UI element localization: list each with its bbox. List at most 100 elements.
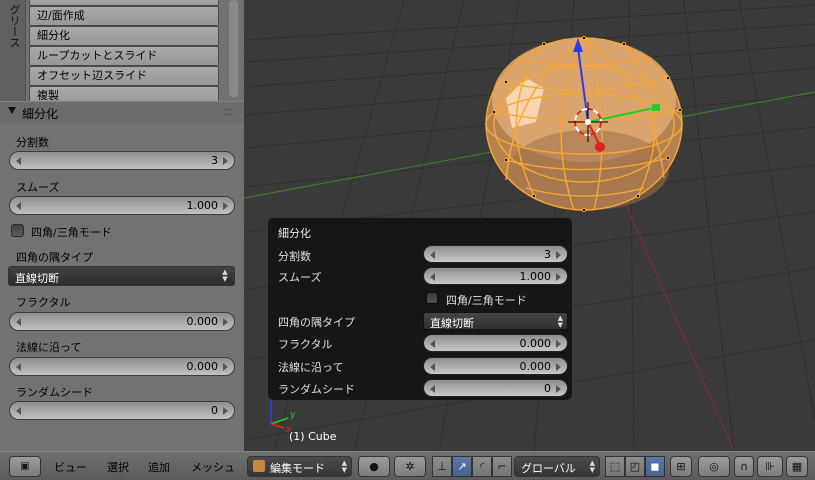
- redo-last-panel: 細分化 分割数 3 スムーズ 1.000 四角/三角モード 四角の隅タイプ 直線…: [268, 218, 572, 400]
- orientation-value: グローバル: [521, 462, 576, 475]
- translate-manipulator-button[interactable]: ↗: [452, 456, 472, 477]
- tab-label: グリース: [8, 4, 21, 48]
- menu-add[interactable]: 追加: [148, 459, 170, 475]
- menu-mesh[interactable]: メッシュ: [191, 459, 235, 475]
- up-down-arrows-icon: ▲ ▼: [557, 314, 563, 329]
- along-normal-value: 0.000: [186, 360, 219, 373]
- increment-arrow-icon[interactable]: [556, 363, 561, 371]
- cuts-value: 3: [211, 154, 218, 167]
- decrement-arrow-icon[interactable]: [430, 363, 435, 371]
- tool-shelf: グリース 辺/面作成 細分化 ループカットとスライド オフセット辺スライド 複製…: [0, 0, 244, 451]
- redo-corner-type-dropdown[interactable]: 直線切断 ▲ ▼: [423, 312, 568, 330]
- cuts-field[interactable]: 3: [9, 151, 235, 170]
- operator-button-loop-cut-slide[interactable]: ループカットとスライド: [29, 46, 219, 66]
- up-down-arrows-icon: ▲ ▼: [341, 459, 347, 474]
- quad-tri-checkbox[interactable]: [11, 224, 24, 237]
- decrement-arrow-icon[interactable]: [430, 273, 435, 281]
- proportional-editing-button[interactable]: ◎: [698, 456, 730, 477]
- menu-select[interactable]: 選択: [107, 459, 129, 475]
- corner-type-label: 四角の隅タイプ: [16, 251, 93, 264]
- camera-icon: ▦: [791, 460, 803, 473]
- decrement-arrow-icon[interactable]: [16, 407, 21, 415]
- redo-quad-tri-checkbox[interactable]: [426, 292, 438, 304]
- manipulator-toggle[interactable]: ⊥: [432, 456, 452, 477]
- active-object-label: (1) Cube: [289, 430, 337, 443]
- seed-label: ランダムシード: [16, 386, 93, 399]
- panel-header-subdivide[interactable]: 細分化: [0, 101, 244, 123]
- collapse-triangle-icon[interactable]: [8, 107, 16, 114]
- render-preview-button[interactable]: ▦: [786, 456, 808, 477]
- scale-manipulator-button[interactable]: ⌐: [492, 456, 512, 477]
- redo-along-normal-label: 法線に沿って: [278, 361, 344, 374]
- operator-button-make-edge-face[interactable]: 辺/面作成: [29, 6, 219, 26]
- transform-orientation-dropdown[interactable]: グローバル ▲ ▼: [514, 456, 600, 477]
- up-down-arrows-icon: ▲ ▼: [589, 459, 595, 474]
- snap-toggle-button[interactable]: ∩: [734, 456, 754, 477]
- rotate-icon: ◜: [479, 460, 485, 473]
- redo-cuts-field[interactable]: 3: [423, 245, 568, 263]
- along-normal-label: 法線に沿って: [16, 341, 82, 354]
- increment-arrow-icon[interactable]: [223, 202, 228, 210]
- decrement-arrow-icon[interactable]: [16, 318, 21, 326]
- occlude-geometry-icon: ⊞: [676, 460, 686, 473]
- redo-seed-value: 0: [544, 382, 551, 395]
- face-select-button[interactable]: ◼: [645, 456, 665, 477]
- increment-arrow-icon[interactable]: [556, 340, 561, 348]
- redo-corner-type-label: 四角の隅タイプ: [278, 316, 355, 329]
- up-down-arrows-icon: ▲ ▼: [222, 268, 228, 283]
- viewport-shading-button[interactable]: ●: [358, 456, 390, 477]
- redo-seed-field[interactable]: 0: [423, 379, 568, 397]
- axis-y-label: y: [290, 410, 296, 420]
- snap-increment-icon: ⊪: [765, 460, 775, 473]
- tab-grease-pencil[interactable]: グリース: [0, 0, 26, 101]
- operator-list: 辺/面作成 細分化 ループカットとスライド オフセット辺スライド 複製: [29, 0, 219, 106]
- operator-button-offset-edge-slide[interactable]: オフセット辺スライド: [29, 66, 219, 86]
- increment-arrow-icon[interactable]: [556, 385, 561, 393]
- smooth-label: スムーズ: [16, 181, 60, 194]
- redo-along-normal-field[interactable]: 0.000: [423, 357, 568, 375]
- decrement-arrow-icon[interactable]: [430, 385, 435, 393]
- operator-button-subdivide[interactable]: 細分化: [29, 26, 219, 46]
- limit-selection-button[interactable]: ⊞: [670, 456, 692, 477]
- seed-field[interactable]: 0: [9, 401, 235, 420]
- redo-cuts-label: 分割数: [278, 250, 311, 263]
- rotate-manipulator-button[interactable]: ◜: [472, 456, 492, 477]
- menu-view[interactable]: ビュー: [54, 459, 87, 475]
- vertex-select-icon: ⬚: [609, 460, 621, 473]
- edit-mode-icon: [253, 460, 265, 472]
- mode-dropdown[interactable]: 編集モード ▲ ▼: [247, 456, 352, 477]
- along-normal-field[interactable]: 0.000: [9, 357, 235, 376]
- fractal-label: フラクタル: [16, 296, 71, 309]
- increment-arrow-icon[interactable]: [556, 251, 561, 259]
- increment-arrow-icon[interactable]: [223, 318, 228, 326]
- shelf-scrollbar[interactable]: [229, 0, 238, 97]
- vertex-select-button[interactable]: ⬚: [605, 456, 625, 477]
- decrement-arrow-icon[interactable]: [430, 251, 435, 259]
- drag-grip-icon[interactable]: [224, 109, 234, 115]
- snap-element-button[interactable]: ⊪: [757, 456, 783, 477]
- redo-smooth-field[interactable]: 1.000: [423, 267, 568, 285]
- redo-fractal-field[interactable]: 0.000: [423, 334, 568, 352]
- subdivided-sphere[interactable]: [485, 35, 683, 213]
- decrement-arrow-icon[interactable]: [16, 363, 21, 371]
- increment-arrow-icon[interactable]: [223, 407, 228, 415]
- pivot-point-button[interactable]: ✲: [394, 456, 426, 477]
- viewport-header: ▣ ビュー 選択 追加 メッシュ 編集モード ▲ ▼ ● ✲ ⊥ ↗ ◜ ⌐ グロ…: [0, 451, 815, 480]
- increment-arrow-icon[interactable]: [556, 273, 561, 281]
- decrement-arrow-icon[interactable]: [16, 202, 21, 210]
- corner-type-dropdown[interactable]: 直線切断 ▲ ▼: [8, 266, 235, 286]
- cuts-label: 分割数: [16, 136, 49, 149]
- seed-value: 0: [211, 404, 218, 417]
- decrement-arrow-icon[interactable]: [16, 157, 21, 165]
- edge-select-button[interactable]: ◰: [625, 456, 645, 477]
- increment-arrow-icon[interactable]: [223, 157, 228, 165]
- editor-type-button[interactable]: ▣: [9, 456, 41, 477]
- increment-arrow-icon[interactable]: [223, 363, 228, 371]
- fractal-field[interactable]: 0.000: [9, 312, 235, 331]
- redo-smooth-label: スムーズ: [278, 271, 322, 284]
- redo-cuts-value: 3: [544, 248, 551, 261]
- scale-icon: ⌐: [497, 460, 507, 473]
- redo-along-normal-value: 0.000: [519, 360, 552, 373]
- smooth-field[interactable]: 1.000: [9, 196, 235, 215]
- decrement-arrow-icon[interactable]: [430, 340, 435, 348]
